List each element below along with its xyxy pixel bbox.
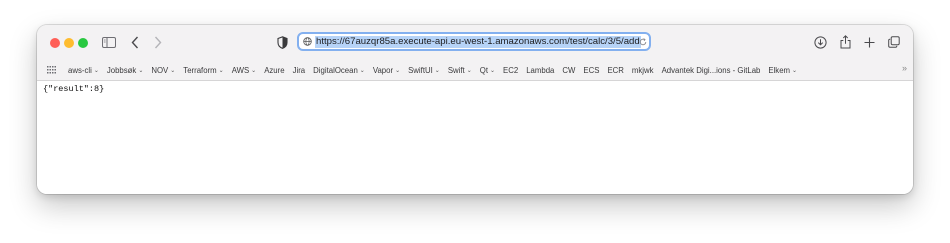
bookmark-item[interactable]: Advantek Digi...ions - GitLab	[662, 66, 761, 75]
bookmark-item[interactable]: Qt ⌄	[480, 66, 495, 75]
sidebar-icon[interactable]	[102, 37, 116, 48]
bookmark-item[interactable]: Terraform ⌄	[183, 66, 223, 75]
bookmark-item[interactable]: SwiftUI ⌄	[408, 66, 440, 75]
bookmark-item[interactable]: DigitalOcean ⌄	[313, 66, 365, 75]
bookmark-item[interactable]: ECS	[583, 66, 599, 75]
bookmark-item[interactable]: Swift ⌄	[448, 66, 472, 75]
bookmark-item[interactable]: NOV ⌄	[151, 66, 175, 75]
globe-icon	[303, 37, 312, 46]
bookmark-item[interactable]: CW	[562, 66, 575, 75]
bookmarks-bar: aws-cli ⌄ Jobbsøk ⌄ NOV ⌄ Terraform ⌄ AWS ⌄ Azure J…	[37, 61, 913, 81]
bookmark-label: Advantek Digi...ions - GitLab	[661, 66, 761, 75]
forward-icon[interactable]	[154, 36, 162, 49]
toolbar: https://67auzqr85a.execute-api.eu-west-1…	[37, 25, 913, 61]
chevron-down-icon: ⌄	[251, 68, 257, 74]
bookmark-label: ECS	[583, 66, 600, 75]
bookmark-label: AWS	[231, 66, 250, 75]
bookmark-item[interactable]: aws-cli ⌄	[68, 66, 99, 75]
bookmark-item[interactable]: EC2	[503, 66, 518, 75]
chevron-down-icon: ⌄	[466, 68, 472, 74]
address-bar[interactable]: https://67auzqr85a.execute-api.eu-west-1…	[297, 32, 651, 51]
bookmark-label: Swift	[447, 66, 465, 75]
bookmark-label: ECR	[607, 66, 624, 75]
minimize-window-button[interactable]	[64, 38, 74, 48]
chevron-down-icon: ⌄	[395, 68, 401, 74]
browser-window: https://67auzqr85a.execute-api.eu-west-1…	[37, 25, 913, 194]
bookmark-label: EC2	[503, 66, 519, 75]
share-icon[interactable]	[840, 35, 851, 49]
bookmark-label: Qt	[479, 66, 488, 75]
chevron-down-icon: ⌄	[93, 68, 99, 74]
bookmark-item[interactable]: Lambda	[526, 66, 554, 75]
bookmark-label: DigitalOcean	[313, 66, 358, 75]
bookmark-label: aws-cli	[68, 66, 92, 75]
chevron-down-icon: ⌄	[170, 68, 176, 74]
bookmark-item[interactable]: Elkem ⌄	[768, 66, 797, 75]
json-response: {"result":8}	[43, 84, 105, 94]
bookmark-label: Elkem	[768, 66, 791, 75]
bookmark-item[interactable]: ECR	[607, 66, 623, 75]
chevron-down-icon: ⌄	[434, 68, 440, 74]
privacy-shield-icon[interactable]	[277, 36, 288, 49]
zoom-window-button[interactable]	[78, 38, 88, 48]
tabs-overview-icon[interactable]	[888, 36, 900, 48]
url-text[interactable]: https://67auzqr85a.execute-api.eu-west-1…	[315, 36, 641, 48]
chevron-down-icon: ⌄	[359, 68, 365, 74]
bookmark-label: Lambda	[526, 66, 555, 75]
chevron-down-icon: ⌄	[138, 68, 144, 74]
bookmark-item[interactable]: AWS ⌄	[232, 66, 257, 75]
close-window-button[interactable]	[50, 38, 60, 48]
bookmark-label: Jira	[292, 66, 306, 75]
bookmark-item[interactable]: Jobbsøk ⌄	[107, 66, 144, 75]
bookmark-label: Vapor	[372, 66, 394, 75]
chevron-down-icon: ⌄	[218, 68, 224, 74]
page-content: {"result":8}	[37, 81, 913, 194]
back-icon[interactable]	[131, 36, 139, 49]
bookmark-label: Jobbsøk	[106, 66, 137, 75]
bookmark-label: CW	[562, 66, 576, 75]
bookmark-label: NOV	[151, 66, 169, 75]
new-tab-icon[interactable]	[864, 37, 875, 48]
more-bookmarks-button[interactable]: »	[902, 63, 907, 73]
bookmark-item[interactable]: Jira	[293, 66, 306, 75]
reload-icon[interactable]	[639, 38, 647, 46]
chevron-down-icon: ⌄	[490, 68, 496, 74]
bookmark-label: mkjwk	[631, 66, 654, 75]
bookmarks-list: aws-cli ⌄ Jobbsøk ⌄ NOV ⌄ Terraform ⌄ AWS ⌄ Azure J…	[68, 61, 805, 80]
chevron-down-icon: ⌄	[792, 68, 798, 74]
bookmark-label: SwiftUI	[408, 66, 433, 75]
bookmark-label: Terraform	[183, 66, 217, 75]
bookmark-item[interactable]: mkjwk	[632, 66, 654, 75]
bookmark-item[interactable]: Vapor ⌄	[373, 66, 400, 75]
apps-grid-icon[interactable]	[47, 66, 56, 74]
bookmark-item[interactable]: Azure	[264, 66, 284, 75]
bookmark-label: Azure	[264, 66, 285, 75]
download-icon[interactable]	[814, 36, 827, 49]
